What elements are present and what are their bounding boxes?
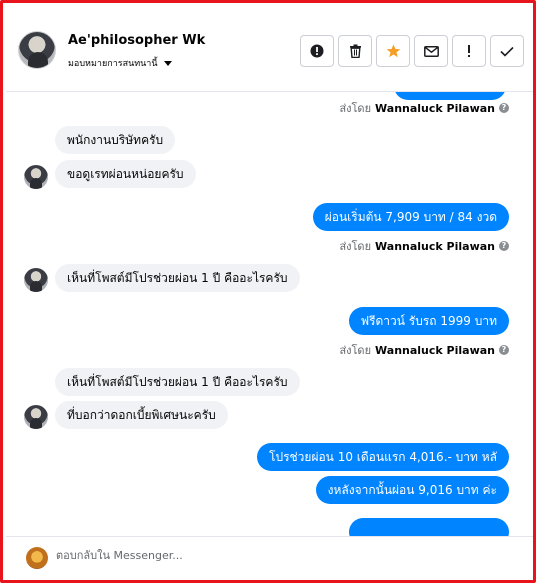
trash-icon	[349, 44, 361, 58]
message-bubble-out-partial	[349, 518, 509, 536]
sender-avatar	[24, 268, 48, 292]
sender-avatar	[24, 405, 48, 429]
message-bubble-out: งหลังจากนั้นผ่อน 9,016 บาท ค่ะ	[315, 476, 509, 504]
sent-by-label: ส่งโดย Wannaluck Pilawan ?	[339, 99, 509, 117]
sender-name: Wannaluck Pilawan	[375, 239, 495, 253]
help-icon[interactable]: ?	[499, 241, 509, 251]
report-icon	[310, 44, 324, 58]
sender-avatar	[24, 165, 48, 189]
mark-unread-button[interactable]	[414, 35, 448, 67]
reply-input[interactable]	[56, 549, 356, 562]
exclamation-icon	[468, 45, 470, 57]
conversation-header: Ae'philosopher Wk มอบหมายการสนทนานี้	[6, 6, 533, 92]
assign-label: มอบหมายการสนทนานี้	[68, 59, 158, 69]
mail-icon	[423, 45, 439, 57]
check-icon	[500, 46, 514, 57]
mark-done-button[interactable]	[490, 35, 524, 67]
message-bubble-in: ขอดูเรทผ่อนหน่อยครับ	[55, 160, 196, 188]
sent-by-label: ส่งโดย Wannaluck Pilawan ?	[339, 237, 509, 255]
chevron-down-icon	[163, 60, 172, 66]
star-icon	[386, 44, 400, 58]
conversation-frame: Ae'philosopher Wk มอบหมายการสนทนานี้ ส่ง…	[0, 0, 536, 583]
message-bubble-in: ที่บอกว่าดอกเบี้ยพิเศษนะครับ	[55, 401, 228, 429]
message-bubble-in: เห็นที่โพสต์มีโปรช่วยผ่อน 1 ปี คืออะไรคร…	[55, 368, 300, 396]
assign-conversation-dropdown[interactable]: มอบหมายการสนทนานี้	[68, 56, 172, 70]
message-bubble-out: โปรช่วยผ่อน 10 เดือนแรก 4,016.- บาท หลั	[257, 443, 509, 471]
message-bubble-in: เห็นที่โพสต์มีโปรช่วยผ่อน 1 ปี คืออะไรคร…	[55, 264, 300, 292]
report-button[interactable]	[300, 35, 334, 67]
spam-button[interactable]	[452, 35, 486, 67]
sent-by-label: ส่งโดย Wannaluck Pilawan ?	[339, 341, 509, 359]
message-bubble-out: ฟรีดาวน์ รับรถ 1999 บาท	[348, 307, 509, 335]
page-avatar	[26, 547, 48, 569]
message-bubble-out: ผ่อนเริ่มต้น 7,909 บาท / 84 งวด	[312, 203, 509, 231]
contact-avatar[interactable]	[18, 31, 56, 69]
help-icon[interactable]: ?	[499, 345, 509, 355]
star-button[interactable]	[376, 35, 410, 67]
contact-name[interactable]: Ae'philosopher Wk	[68, 33, 205, 48]
help-icon[interactable]: ?	[499, 103, 509, 113]
sent-by-prefix: ส่งโดย	[339, 240, 372, 253]
header-actions	[300, 35, 524, 67]
delete-button[interactable]	[338, 35, 372, 67]
sent-by-prefix: ส่งโดย	[339, 102, 372, 115]
reply-bar	[6, 536, 533, 580]
message-bubble-in: พนักงานบริษัทครับ	[55, 126, 176, 154]
sent-by-prefix: ส่งโดย	[339, 344, 372, 357]
sender-name: Wannaluck Pilawan	[375, 101, 495, 115]
message-thread[interactable]: ส่งโดย Wannaluck Pilawan ? พนักงานบริษัท…	[6, 92, 533, 536]
sender-name: Wannaluck Pilawan	[375, 343, 495, 357]
